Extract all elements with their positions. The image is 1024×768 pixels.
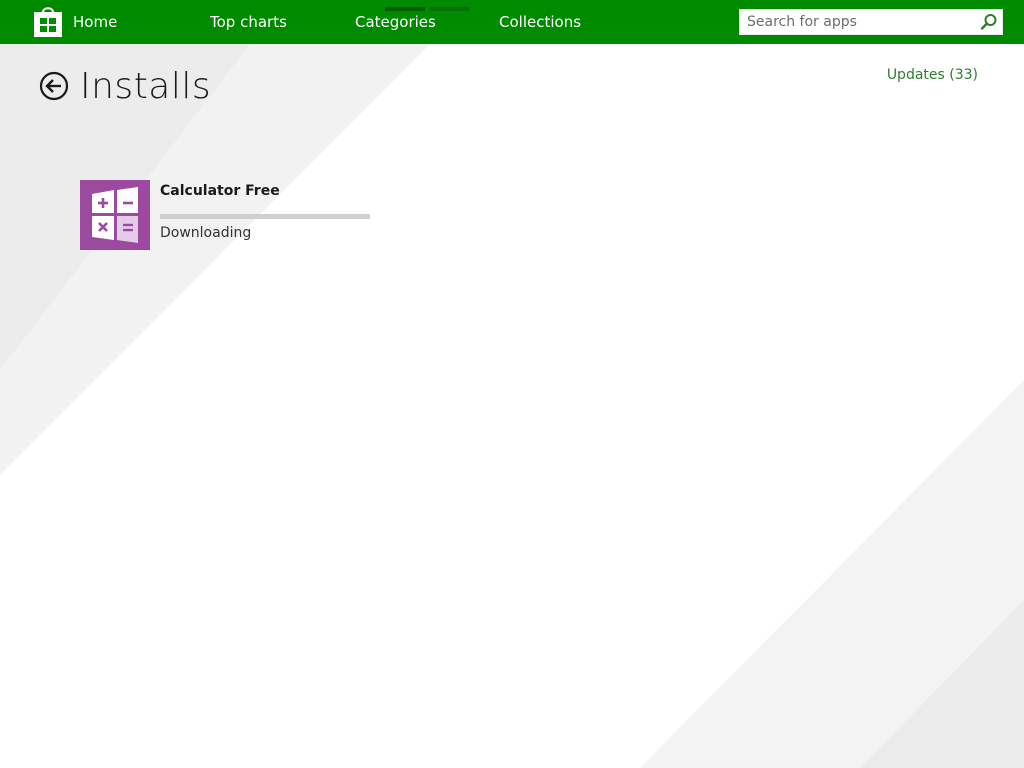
nav-home[interactable]: Home — [73, 0, 117, 44]
store-bag-icon[interactable] — [33, 5, 63, 37]
background-pattern — [0, 0, 1024, 768]
app-name: Calculator Free — [160, 183, 280, 199]
calculator-icon[interactable] — [80, 180, 150, 250]
install-list-item[interactable]: Calculator Free Downloading — [80, 180, 380, 250]
page-title: Installs — [80, 66, 212, 107]
nav-collections[interactable]: Collections — [499, 0, 581, 44]
nav-indicator-active — [385, 7, 425, 11]
search-input[interactable] — [740, 10, 977, 34]
search-box — [739, 9, 1003, 35]
nav-top-charts[interactable]: Top charts — [210, 0, 287, 44]
back-arrow-icon[interactable] — [39, 71, 69, 101]
nav-indicator — [430, 7, 469, 11]
search-icon[interactable] — [979, 12, 999, 32]
download-progress-bar — [160, 214, 370, 219]
updates-link[interactable]: Updates (33) — [887, 65, 978, 85]
top-navigation-bar: Home Top charts Categories Collections — [0, 0, 1024, 44]
app-status: Downloading — [160, 225, 252, 241]
